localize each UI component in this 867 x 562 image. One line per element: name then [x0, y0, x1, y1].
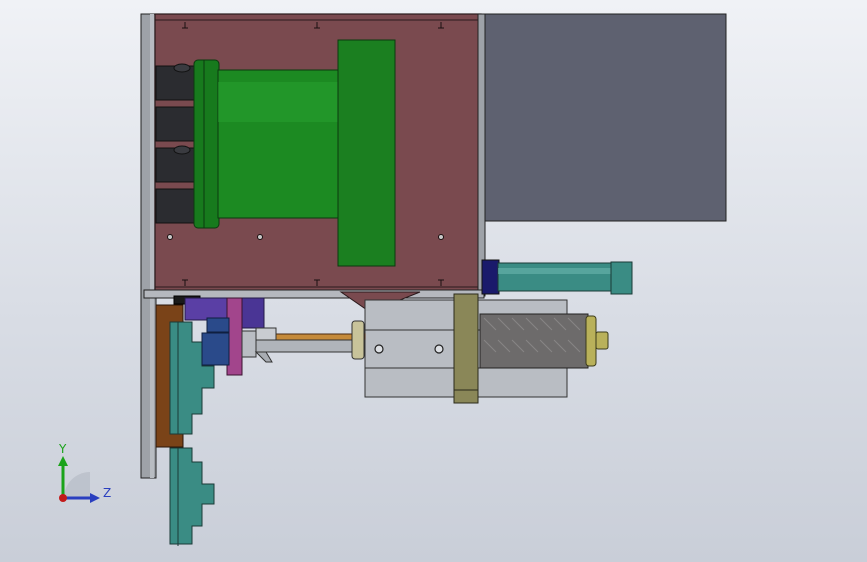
- brass-tip[interactable]: [595, 331, 609, 350]
- steel-fitting-taper: [254, 351, 273, 363]
- guide-rod[interactable]: [497, 262, 615, 292]
- steel-fitting[interactable]: [241, 330, 257, 358]
- motor-block[interactable]: [483, 13, 727, 222]
- rod-end-collar[interactable]: [351, 320, 365, 360]
- origin-dot-icon: [59, 494, 67, 502]
- bronze-mount-block[interactable]: [453, 293, 479, 404]
- teal-clamp-lower[interactable]: [169, 447, 215, 545]
- purple-block-right[interactable]: [239, 297, 265, 329]
- steel-fitting-cap[interactable]: [255, 327, 277, 341]
- piston-rod[interactable]: [244, 339, 366, 353]
- cad-viewport[interactable]: Y Z: [0, 0, 867, 562]
- knurled-cylinder-cap[interactable]: [585, 315, 597, 367]
- green-flange-ring[interactable]: [193, 59, 220, 229]
- green-cylinder-highlight: [218, 82, 340, 122]
- guide-rod-nut[interactable]: [610, 261, 633, 295]
- z-axis-arrow-icon: [90, 493, 100, 503]
- purple-block-left[interactable]: [184, 297, 230, 321]
- guide-rod-highlight: [498, 268, 614, 274]
- blue-block-upper[interactable]: [206, 317, 230, 333]
- left-frame-inner-edge: [150, 14, 154, 478]
- blue-block-main[interactable]: [201, 332, 230, 366]
- y-axis-label: Y: [58, 442, 67, 456]
- z-axis-label: Z: [103, 486, 111, 500]
- housing-right-plate[interactable]: [477, 13, 486, 297]
- orientation-triad: Y Z: [58, 442, 111, 503]
- assembly-drawing: [140, 13, 727, 546]
- triad-arc: [64, 472, 90, 498]
- green-end-flange[interactable]: [337, 39, 396, 267]
- y-axis-arrow-icon: [58, 456, 68, 466]
- guide-rod-collar[interactable]: [481, 259, 500, 295]
